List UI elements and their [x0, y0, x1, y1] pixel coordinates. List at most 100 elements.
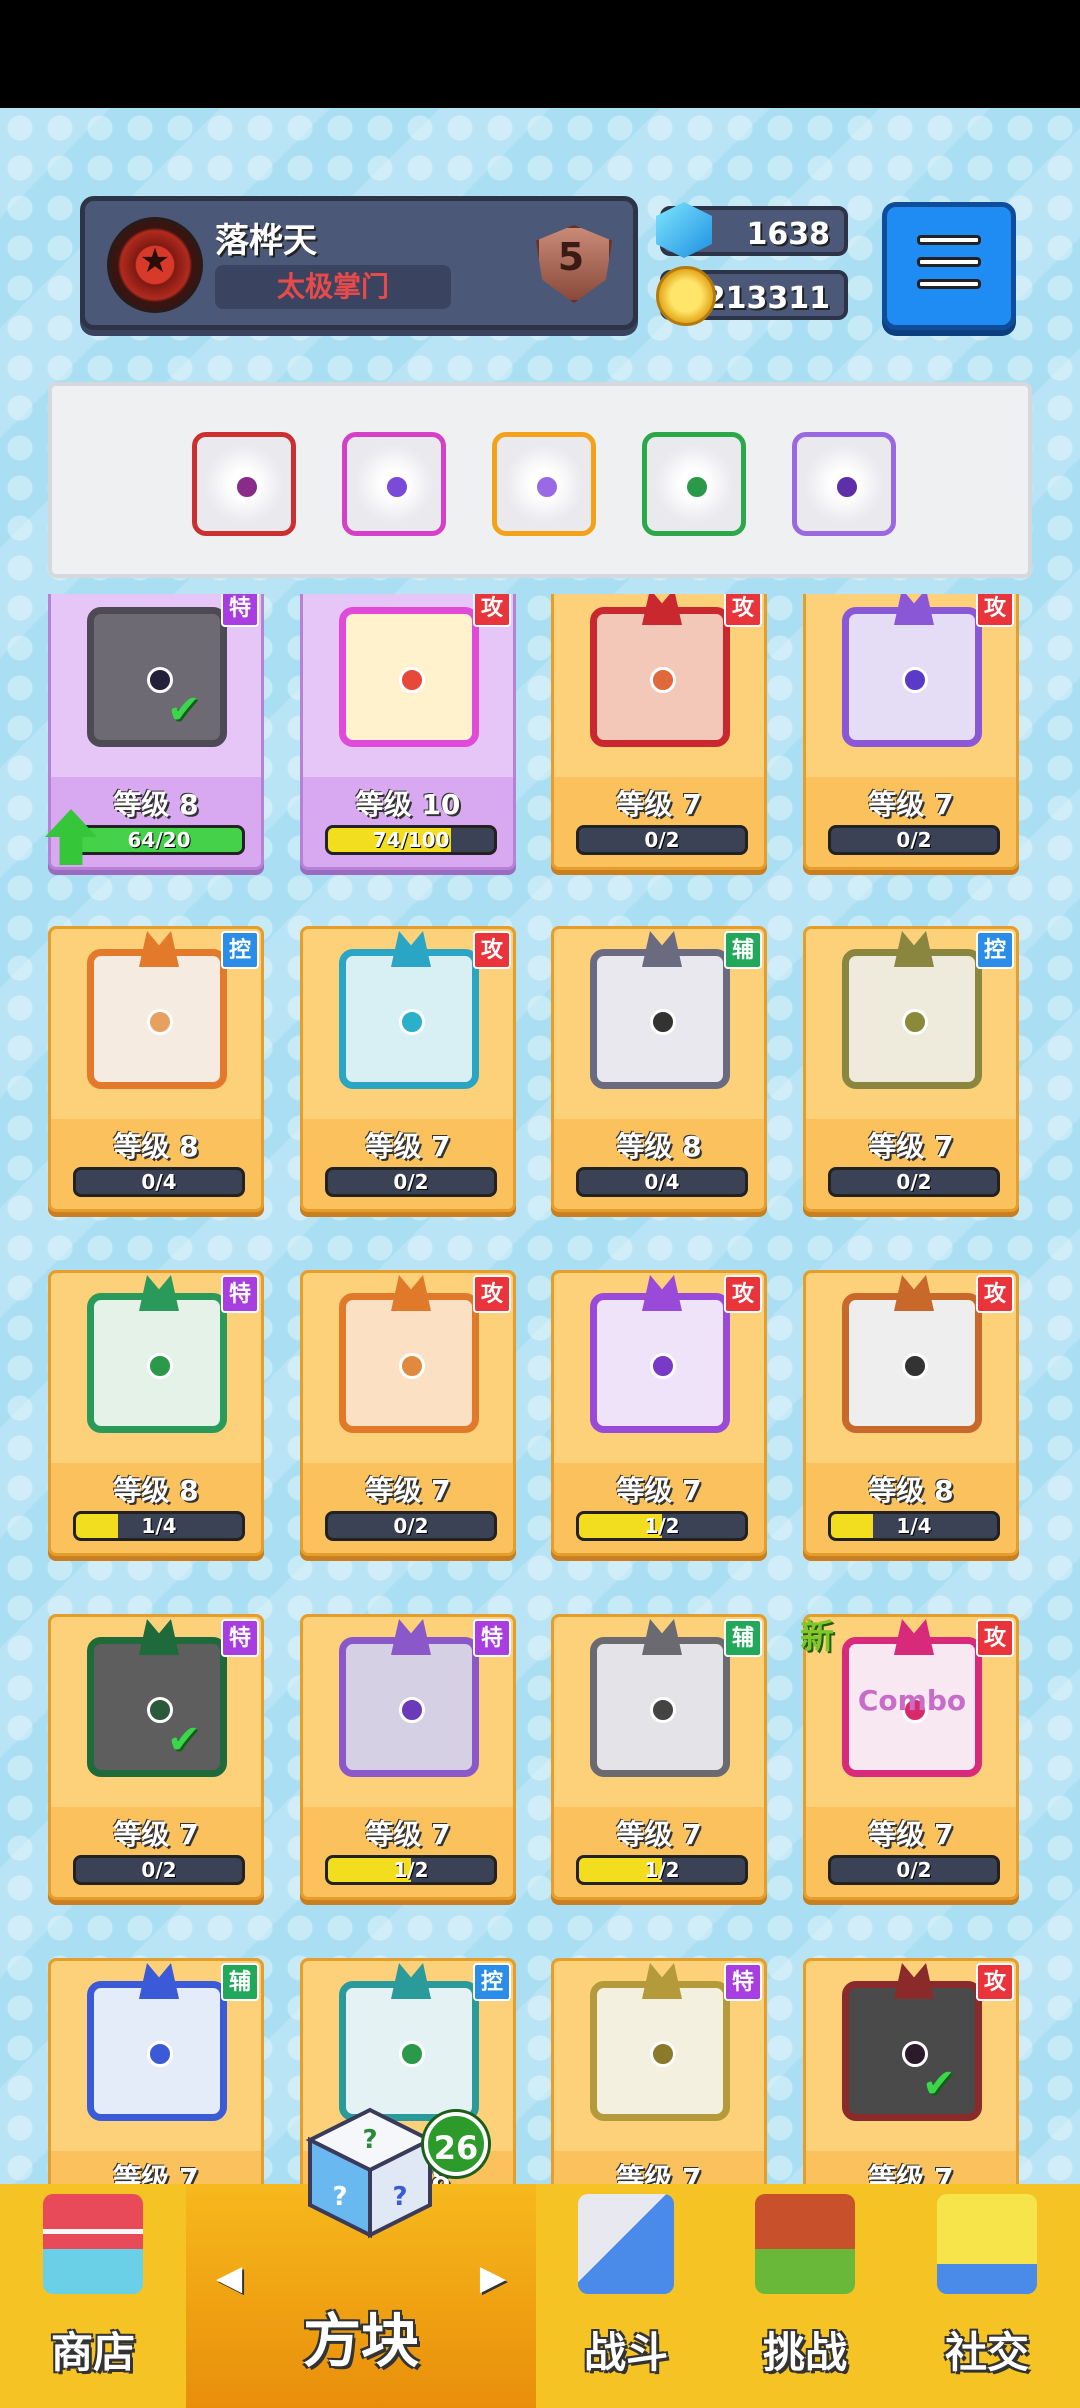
type-badge: 控 [221, 931, 259, 969]
type-badge: 辅 [221, 1963, 259, 2001]
block-card[interactable]: Combo 攻 新等级 7 0/2 [800, 1614, 1019, 1900]
tab-challenge-label: 挑战 [762, 2328, 847, 2377]
status-bar [0, 0, 1080, 108]
block-card[interactable]: 控等级 7 0/2 [803, 926, 1019, 1212]
equipped-slot-sawblade-icon[interactable] [192, 432, 296, 536]
center-dot-icon [650, 1009, 676, 1035]
center-dot-icon [902, 1009, 928, 1035]
equipped-slot-vine-icon[interactable] [642, 432, 746, 536]
progress-text: 1/4 [896, 1514, 932, 1538]
type-badge: 攻 [473, 931, 511, 969]
type-badge: 特 [473, 1619, 511, 1657]
player-title: 太极掌门 [215, 265, 451, 309]
center-dot-icon [147, 2041, 173, 2067]
type-badge: 攻 [976, 1619, 1014, 1657]
progress-text: 1/2 [644, 1514, 680, 1538]
progress-text: 74/100 [372, 828, 450, 852]
card-level: 等级 8 [616, 1130, 702, 1163]
block-card[interactable]: 攻等级 7 0/2 [803, 594, 1019, 870]
progress-bar: 1/4 [73, 1511, 245, 1541]
block-card[interactable]: 特等级 8 1/4 [48, 1270, 264, 1556]
progress-bar: 0/2 [325, 1167, 497, 1197]
block-card[interactable]: 攻等级 7 0/2 [300, 926, 516, 1212]
signpost-icon [755, 2194, 855, 2294]
tile-label: Combo [857, 1684, 967, 1717]
card-level: 等级 8 [113, 1130, 199, 1163]
game-screen: 落桦天 太极掌门 5 1638 213311 特✔等级 864/20攻等级 10… [0, 108, 1080, 2408]
progress-text: 1/2 [393, 1858, 429, 1882]
type-badge: 攻 [976, 1275, 1014, 1313]
trident-icon [339, 949, 479, 1089]
equipped-check-icon: ✔ [167, 1717, 201, 1763]
tab-social[interactable]: 社交 [894, 2184, 1080, 2408]
fangs-icon [590, 949, 730, 1089]
type-badge: 辅 [724, 931, 762, 969]
block-card[interactable]: 特等级 7 1/2 [300, 1614, 516, 1900]
block-card[interactable]: 控等级 8 0/4 [48, 926, 264, 1212]
center-dot-icon [384, 474, 410, 500]
equipped-slot-spin-disc-icon[interactable] [342, 432, 446, 536]
block-card[interactable]: 攻等级 7 0/2 [551, 594, 767, 870]
center-dot-icon [650, 2041, 676, 2067]
prev-arrow-icon[interactable]: ◀ [216, 2258, 242, 2298]
card-level: 等级 7 [365, 1474, 451, 1507]
card-level: 等级 8 [868, 1474, 954, 1507]
block-card[interactable]: 攻等级 8 1/4 [803, 1270, 1019, 1556]
block-card[interactable]: 特 ✔ 等级 8 64/20 [45, 594, 264, 870]
tab-challenge[interactable]: 挑战 [716, 2184, 894, 2408]
avatar-icon[interactable] [107, 217, 203, 313]
equipped-check-icon: ✔ [922, 2061, 956, 2107]
equipped-slot-lightning-icon[interactable] [792, 432, 896, 536]
type-badge: 辅 [724, 1619, 762, 1657]
equipped-slot-rainbow-diamond-icon[interactable] [492, 432, 596, 536]
block-card[interactable]: 辅等级 7 1/2 [551, 1614, 767, 1900]
progress-bar: 64/20 [73, 825, 245, 855]
progress-bar: 0/2 [828, 825, 1000, 855]
gem-counter[interactable]: 1638 [656, 202, 848, 258]
progress-bar: 0/2 [576, 825, 748, 855]
block-card[interactable]: 攻等级 10 74/100 [300, 594, 516, 870]
progress-bar: 1/2 [576, 1511, 748, 1541]
progress-text: 1/2 [644, 1858, 680, 1882]
menu-button[interactable] [882, 202, 1016, 330]
tab-shop[interactable]: 商店 [0, 2184, 186, 2408]
progress-text: 0/4 [141, 1170, 177, 1194]
crack-stone-icon [87, 607, 227, 747]
tab-battle-label: 战斗 [583, 2328, 668, 2377]
card-level: 等级 7 [868, 1818, 954, 1851]
rank-badge: 5 [530, 219, 612, 303]
equipped-panel [48, 382, 1032, 578]
type-badge: 攻 [473, 1275, 511, 1313]
type-badge: 特 [724, 1963, 762, 2001]
new-tag: 新 [800, 1617, 834, 1657]
type-badge: 特 [221, 1275, 259, 1313]
center-dot-icon [399, 1353, 425, 1379]
block-card[interactable]: 辅等级 8 0/4 [551, 926, 767, 1212]
svg-text:?: ? [362, 2125, 377, 2155]
next-arrow-icon[interactable]: ▶ [480, 2258, 506, 2298]
player-profile[interactable]: 落桦天 太极掌门 5 [80, 196, 638, 330]
card-level: 等级 7 [616, 1474, 702, 1507]
center-dot-icon [399, 667, 425, 693]
blocks-count-badge: 26 [424, 2112, 488, 2176]
card-level: 等级 7 [365, 1130, 451, 1163]
card-level: 等级 7 [868, 788, 954, 821]
pistol-icon [842, 1293, 982, 1433]
center-dot-icon [534, 474, 560, 500]
type-badge: 特 [221, 594, 259, 627]
progress-text: 0/2 [896, 828, 932, 852]
progress-bar: 0/4 [576, 1167, 748, 1197]
block-card[interactable]: 特 ✔ 等级 7 0/2 [48, 1614, 264, 1900]
progress-bar: 0/2 [325, 1511, 497, 1541]
flame-icon [87, 949, 227, 1089]
block-card[interactable]: 攻等级 7 0/2 [300, 1270, 516, 1556]
progress-text: 0/4 [644, 1170, 680, 1194]
mystery-cube-icon[interactable]: ? ? ? [300, 2100, 440, 2240]
card-level: 等级 7 [868, 1130, 954, 1163]
progress-bar: 0/2 [73, 1855, 245, 1885]
coin-counter[interactable]: 213311 [656, 266, 848, 326]
target-icon [842, 949, 982, 1089]
block-card[interactable]: 攻等级 7 1/2 [551, 1270, 767, 1556]
progress-text: 0/2 [896, 1170, 932, 1194]
tab-battle[interactable]: 战斗 [536, 2184, 716, 2408]
